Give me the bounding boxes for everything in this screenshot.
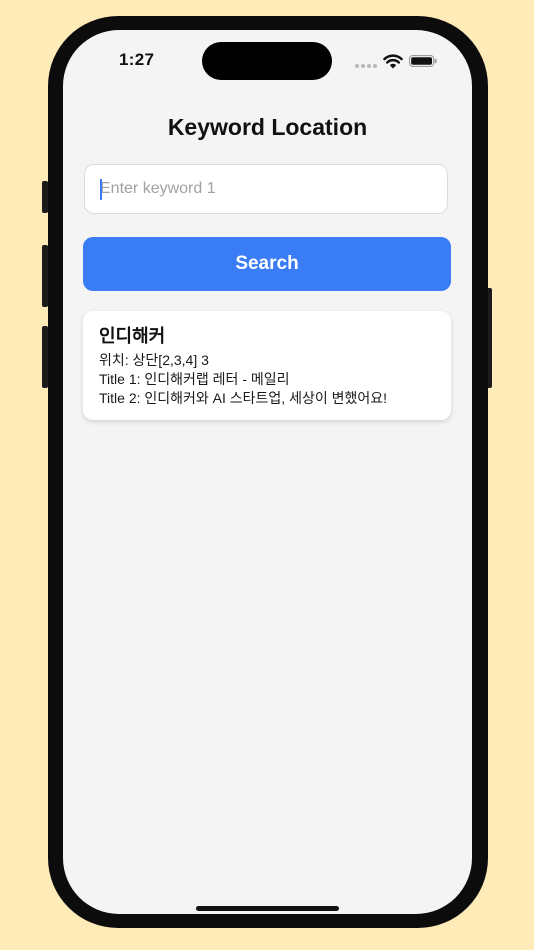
dynamic-island (202, 42, 332, 80)
result-location: 위치: 상단[2,3,4] 3 (99, 352, 209, 368)
battery-icon (409, 55, 437, 67)
home-indicator[interactable] (196, 906, 339, 911)
result-title-1: Title 1: 인디해커랩 레터 - 메일리 (99, 371, 290, 387)
keyword-input[interactable] (84, 164, 448, 214)
status-time: 1:27 (119, 50, 155, 69)
text-cursor (100, 179, 102, 200)
cellular-signal-icon (355, 64, 379, 70)
result-keyword: 인디해커 (99, 326, 166, 346)
app-stage: 1:27 Keyword Location Search 인디해커 위치: 상단… (0, 0, 534, 950)
wifi-icon (383, 54, 403, 69)
result-title-2: Title 2: 인디해커와 AI 스타트업, 세상이 변했어요! (99, 390, 388, 406)
page-title: Keyword Location (167, 114, 368, 140)
phone-screen: 1:27 Keyword Location Search 인디해커 위치: 상단… (63, 30, 472, 914)
result-card[interactable]: 인디해커 위치: 상단[2,3,4] 3 Title 1: 인디해커랩 레터 -… (83, 311, 451, 420)
search-button[interactable]: Search (83, 237, 451, 291)
